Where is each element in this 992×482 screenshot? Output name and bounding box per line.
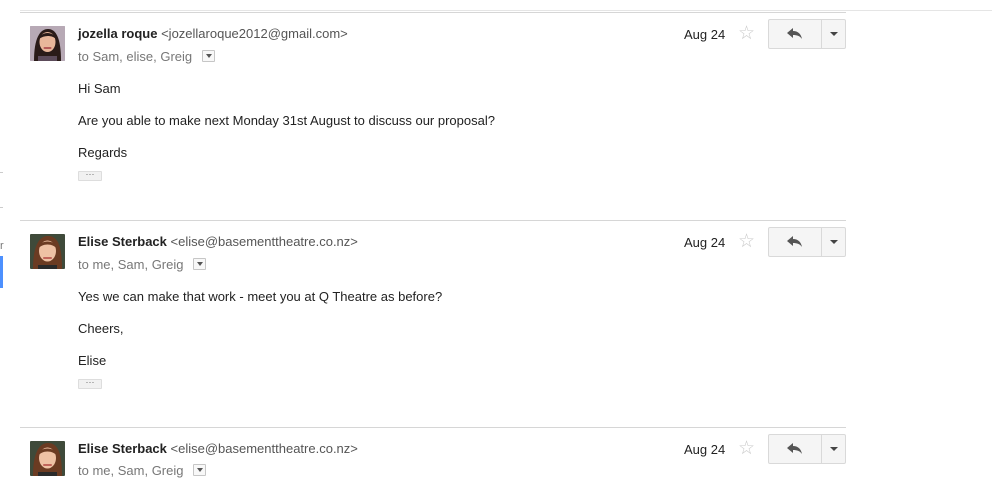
recipients-line: to me, Sam, Greig: [78, 463, 207, 478]
message-body-line: Regards: [78, 145, 128, 160]
sender-avatar[interactable]: [30, 26, 65, 61]
chevron-down-icon: [829, 32, 838, 36]
email-message: Elise Sterback <elise@basementtheatre.co…: [20, 427, 846, 482]
show-details-toggle[interactable]: [193, 464, 207, 476]
more-options-button[interactable]: [822, 228, 845, 256]
recipients-line: to me, Sam, Greig: [78, 257, 207, 272]
reply-button[interactable]: [769, 228, 822, 256]
message-date[interactable]: Aug 24: [684, 442, 725, 457]
more-options-button[interactable]: [822, 435, 845, 463]
message-body-line: Are you able to make next Monday 31st Au…: [78, 113, 495, 128]
reply-button-group: [768, 227, 846, 257]
show-details-toggle[interactable]: [202, 50, 216, 62]
reply-button-group: [768, 19, 846, 49]
message-body-line: Elise: [78, 353, 107, 368]
person-photo-icon: [30, 441, 65, 476]
email-thread: r jozella roque <jozellaroque2012@gmail.…: [0, 0, 992, 482]
show-trimmed-content-button[interactable]: ···: [78, 378, 102, 389]
show-trimmed-content-button[interactable]: ···: [78, 170, 102, 181]
recipients-text: to me, Sam, Greig: [78, 463, 184, 478]
reply-button[interactable]: [769, 20, 822, 48]
sender-name[interactable]: Elise Sterback: [78, 234, 167, 249]
reply-icon: [787, 443, 802, 454]
reply-icon: [787, 236, 802, 247]
recipients-text: to me, Sam, Greig: [78, 257, 184, 272]
message-date[interactable]: Aug 24: [684, 235, 725, 250]
star-icon[interactable]: ☆: [738, 439, 755, 458]
chevron-down-icon: [829, 447, 838, 451]
sender-email: <elise@basementtheatre.co.nz>: [170, 234, 358, 249]
sidebar-divider: [0, 172, 3, 173]
message-body-line: Cheers,: [78, 321, 124, 336]
message-date[interactable]: Aug 24: [684, 27, 725, 42]
sender-line: Elise Sterback <elise@basementtheatre.co…: [78, 234, 358, 249]
reply-button[interactable]: [769, 435, 822, 463]
person-photo-icon: [30, 234, 65, 269]
sender-line: Elise Sterback <elise@basementtheatre.co…: [78, 441, 358, 456]
star-icon[interactable]: ☆: [738, 232, 755, 251]
person-photo-icon: [30, 26, 65, 61]
message-body-line: Hi Sam: [78, 81, 121, 96]
more-options-button[interactable]: [822, 20, 845, 48]
reply-icon: [787, 28, 802, 39]
sender-name[interactable]: Elise Sterback: [78, 441, 167, 456]
sidebar-fragment-text: r: [0, 240, 4, 252]
reply-button-group: [768, 434, 846, 464]
toolbar-border: [20, 10, 992, 11]
email-message: jozella roque <jozellaroque2012@gmail.co…: [20, 12, 846, 221]
recipients-line: to Sam, elise, Greig: [78, 49, 216, 64]
sender-name[interactable]: jozella roque: [78, 26, 157, 41]
sender-email: <jozellaroque2012@gmail.com>: [161, 26, 348, 41]
email-message: Elise Sterback <elise@basementtheatre.co…: [20, 220, 846, 428]
chevron-down-icon: [829, 240, 838, 244]
recipients-text: to Sam, elise, Greig: [78, 49, 193, 64]
sidebar-selection-indicator: [0, 256, 3, 288]
star-icon[interactable]: ☆: [738, 24, 755, 43]
show-details-toggle[interactable]: [193, 258, 207, 270]
sender-avatar[interactable]: [30, 234, 65, 269]
sidebar-divider: [0, 207, 3, 208]
sender-line: jozella roque <jozellaroque2012@gmail.co…: [78, 26, 348, 41]
message-body-line: Yes we can make that work - meet you at …: [78, 289, 443, 304]
sender-avatar[interactable]: [30, 441, 65, 476]
sender-email: <elise@basementtheatre.co.nz>: [170, 441, 358, 456]
